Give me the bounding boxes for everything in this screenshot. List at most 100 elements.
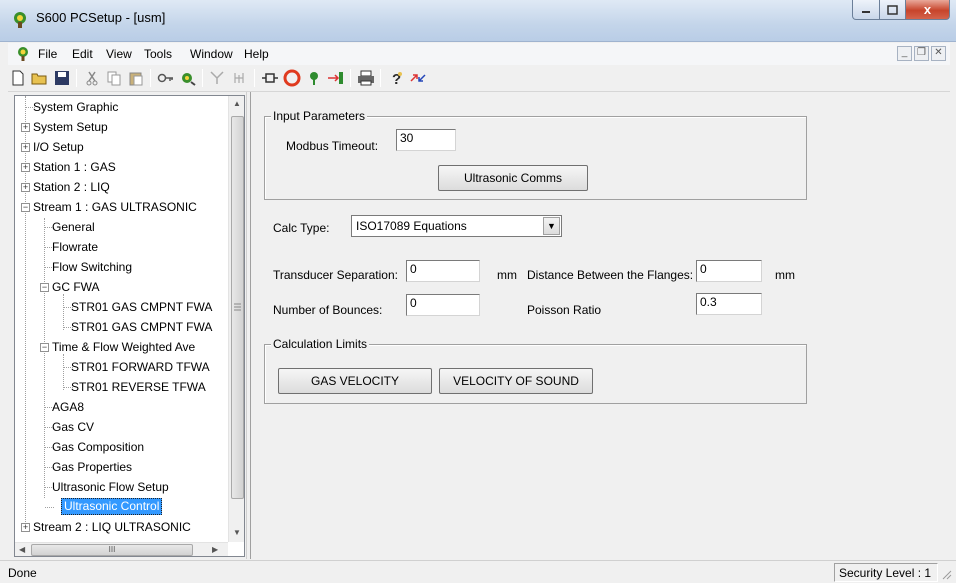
bounces-input[interactable]: 0 [406,294,480,316]
menu-help[interactable]: Help [244,47,269,61]
tree-item-system-graphic[interactable]: System Graphic [31,99,120,116]
menu-tools[interactable]: Tools [144,47,172,61]
tree-item-gas-composition[interactable]: Gas Composition [50,439,146,456]
transfer-icon[interactable] [408,68,428,88]
expand-system-setup-button[interactable]: + [21,123,30,132]
gas-velocity-button[interactable]: GAS VELOCITY [278,368,432,394]
tree-item-gas-cv[interactable]: Gas CV [50,419,96,436]
copy-icon[interactable] [104,68,124,88]
download-icon[interactable] [326,68,346,88]
close-button[interactable]: x [905,0,950,20]
paste-icon[interactable] [126,68,146,88]
ultrasonic-comms-button[interactable]: Ultrasonic Comms [438,165,588,191]
maximize-icon [887,4,898,15]
plug-icon[interactable] [260,68,280,88]
status-bar: Done Security Level : 1 [0,560,956,583]
tree-item-stream2[interactable]: Stream 2 : LIQ ULTRASONIC [31,519,193,536]
config-icon[interactable] [178,68,198,88]
tree-item-flow-switching[interactable]: Flow Switching [50,259,134,276]
calc-type-select[interactable]: ISO17089 Equations ▼ [351,215,562,237]
minimize-button[interactable] [852,0,880,20]
stop-icon[interactable] [282,68,302,88]
expand-station2-button[interactable]: + [21,183,30,192]
tree-item-system-setup[interactable]: System Setup [31,119,110,136]
tree-item-forward-tfwa[interactable]: STR01 FORWARD TFWA [69,359,212,376]
window-title: S600 PCSetup - [usm] [36,10,166,25]
modbus-timeout-input[interactable]: 30 [396,129,456,151]
connect-icon[interactable] [208,68,228,88]
poisson-ratio-input[interactable]: 0.3 [696,293,762,315]
mdi-restore-button[interactable]: ❐ [914,46,929,61]
navigation-tree[interactable]: + + + + − − − + System Graphic System Se… [14,95,245,557]
velocity-of-sound-button[interactable]: VELOCITY OF SOUND [439,368,593,394]
tree-item-flowrate[interactable]: Flowrate [50,239,100,256]
status-text: Done [8,566,37,580]
flange-unit: mm [775,268,795,282]
tree-item-general[interactable]: General [50,219,97,236]
calculation-limits-title: Calculation Limits [271,337,370,351]
tree-item-reverse-tfwa[interactable]: STR01 REVERSE TFWA [69,379,208,396]
cut-icon[interactable] [82,68,102,88]
tree-item-ultrasonic-control[interactable]: Ultrasonic Control [61,498,163,515]
transmit-icon[interactable] [304,68,324,88]
bounces-label: Number of Bounces: [273,303,383,317]
title-bar: S600 PCSetup - [usm] x [0,0,956,42]
ultrasonic-control-form: Input Parameters Modbus Timeout: 30 Ultr… [250,92,950,559]
collapse-tfwa-button[interactable]: − [40,343,49,352]
tree-item-aga8[interactable]: AGA8 [50,399,86,416]
scroll-right-icon[interactable]: ▶ [212,545,218,554]
scroll-down-icon[interactable]: ▼ [233,528,241,537]
menu-view[interactable]: View [106,47,132,61]
tree-item-gas-properties[interactable]: Gas Properties [50,459,134,476]
modbus-timeout-label: Modbus Timeout: [286,139,379,153]
key-icon[interactable] [156,68,176,88]
transducer-separation-input[interactable]: 0 [406,260,480,282]
tree-item-io-setup[interactable]: I/O Setup [31,139,86,156]
menu-file[interactable]: File [38,47,57,61]
tree-horizontal-scrollbar[interactable]: ◀ III ▶ [15,542,228,556]
mdi-minimize-button[interactable]: _ [897,46,912,61]
transducer-unit: mm [497,268,517,282]
expand-stream2-button[interactable]: + [21,523,30,532]
open-folder-icon[interactable] [30,68,50,88]
menu-edit[interactable]: Edit [72,47,93,61]
transducer-separation-label: Transducer Separation: [273,268,398,282]
expand-station1-button[interactable]: + [21,163,30,172]
document-icon[interactable] [14,45,32,63]
tree-item-tfwa[interactable]: Time & Flow Weighted Ave [50,339,197,356]
resize-grip-icon[interactable] [940,568,952,580]
signal-icon[interactable] [230,68,250,88]
maximize-button[interactable] [879,0,906,20]
collapse-gc-fwa-button[interactable]: − [40,283,49,292]
tree-item-ultrasonic-flow-setup[interactable]: Ultrasonic Flow Setup [50,479,171,496]
tree-vertical-scroll-thumb[interactable] [231,116,244,499]
app-icon [14,12,26,28]
print-icon[interactable] [356,68,376,88]
tree-item-gc-fwa[interactable]: GC FWA [50,279,102,296]
tree-item-stream1[interactable]: Stream 1 : GAS ULTRASONIC [31,199,199,216]
scroll-up-icon[interactable]: ▲ [233,99,241,108]
collapse-stream1-button[interactable]: − [21,203,30,212]
scroll-left-icon[interactable]: ◀ [19,545,25,554]
tree-item-station2[interactable]: Station 2 : LIQ [31,179,112,196]
grip-icon [234,303,241,311]
tree-vertical-scrollbar[interactable]: ▲ ▼ [228,96,244,542]
new-document-icon[interactable] [8,68,28,88]
chevron-down-icon[interactable]: ▼ [543,217,560,235]
tree-item-gas-cmpnt-fwa-2[interactable]: STR01 GAS CMPNT FWA [69,319,214,336]
poisson-ratio-label: Poisson Ratio [527,303,602,317]
save-icon[interactable] [52,68,72,88]
menu-window[interactable]: Window [190,47,233,61]
flange-distance-input[interactable]: 0 [696,260,762,282]
close-icon: x [923,2,932,17]
tree-horizontal-scroll-thumb[interactable]: III [31,544,193,556]
mdi-close-button[interactable]: ✕ [931,46,946,61]
help-icon[interactable]: ? [386,68,406,88]
calc-type-value: ISO17089 Equations [356,219,467,233]
tree-item-gas-cmpnt-fwa-1[interactable]: STR01 GAS CMPNT FWA [69,299,214,316]
toolbar: ? [8,65,950,92]
input-parameters-title: Input Parameters [271,109,368,123]
expand-io-setup-button[interactable]: + [21,143,30,152]
tree-item-station1[interactable]: Station 1 : GAS [31,159,118,176]
minimize-icon [862,10,870,13]
